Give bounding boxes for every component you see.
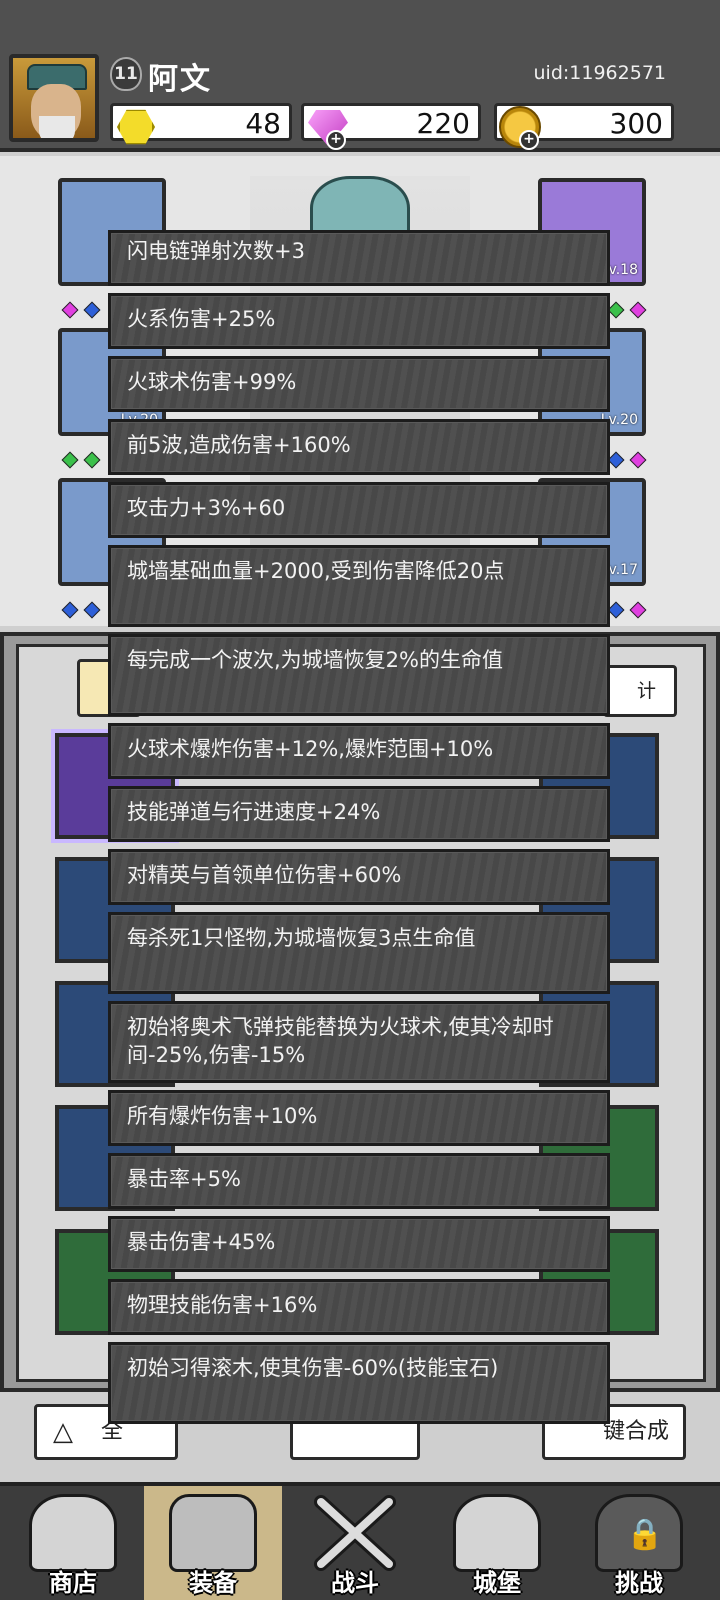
player-level-badge: 11 [110,57,142,91]
stat-entry: 初始习得滚木,使其伤害-60%(技能宝石) [108,1342,610,1424]
socket-blue-icon [83,301,101,319]
stat-entry: 火系伤害+25% [108,293,610,349]
player-name: 阿文 [148,62,212,97]
player-avatar[interactable] [9,54,99,142]
socket-pink-icon [629,451,647,469]
nav-challenge[interactable]: 🔒 挑战 [570,1486,708,1600]
stat-entry: 技能弹道与行进速度+24% [108,786,610,842]
nav-battle[interactable]: 战斗 [286,1486,424,1600]
backpack-icon [169,1494,257,1572]
stat-entry: 初始将奥术飞弹技能替换为火球术,使其冷却时间-25%,伤害-15% [108,1001,610,1083]
nav-castle-label: 城堡 [473,1569,521,1597]
bottom-navigation: 商店 装备 战斗 城堡 🔒 挑战 [0,1482,720,1600]
stat-entry: 攻击力+3%+60 [108,482,610,538]
socket-blue-icon [607,451,625,469]
nav-shop-label: 商店 [49,1569,97,1597]
socket-blue-icon [607,601,625,619]
stat-entry: 火球术伤害+99% [108,356,610,412]
stat-entry: 暴击率+5% [108,1153,610,1209]
socket-green-icon [61,451,79,469]
socket-pink-icon [61,301,79,319]
gold-value: 48 [245,107,281,140]
player-uid: uid:11962571 [533,62,667,84]
gold-hexagon-icon [117,109,155,145]
stat-entry: 闪电链弹射次数+3 [108,230,610,286]
nav-battle-label: 战斗 [331,1569,379,1597]
gold-counter: 48 [110,103,292,145]
socket-green-icon [83,451,101,469]
lock-icon: 🔒 [626,1517,664,1552]
nav-castle[interactable]: 城堡 [428,1486,566,1600]
shop-icon [29,1494,117,1572]
top-header: 11 阿文 uid:11962571 48 + 220 + 300 [0,0,720,152]
add-gems-icon[interactable]: + [326,130,346,150]
coin-value: 300 [609,107,663,140]
merge-all-label: 键合成 [602,1419,669,1444]
stat-entry: 每完成一个波次,为城墙恢复2%的生命值 [108,634,610,716]
socket-green-icon [607,301,625,319]
stat-entry: 火球术爆炸伤害+12%,爆炸范围+10% [108,723,610,779]
crossed-swords-icon [311,1494,399,1572]
socket-blue-icon [61,601,79,619]
nav-equipment[interactable]: 装备 [144,1486,282,1600]
stats-overlay[interactable]: 闪电链弹射次数+3 火系伤害+25% 火球术伤害+99% 前5波,造成伤害+16… [108,230,610,1456]
stat-entry: 暴击伤害+45% [108,1216,610,1272]
stats-button[interactable]: 计 [603,665,677,717]
add-coins-icon[interactable]: + [519,130,539,150]
nav-equipment-label: 装备 [189,1569,237,1597]
up-arrow-icon: △ [53,1417,73,1447]
locked-challenge-icon: 🔒 [595,1494,683,1572]
stat-entry: 对精英与首领单位伤害+60% [108,849,610,905]
stat-entry: 所有爆炸伤害+10% [108,1090,610,1146]
socket-pink-icon [629,601,647,619]
socket-pink-icon [629,301,647,319]
stat-entry: 物理技能伤害+16% [108,1279,610,1335]
gem-counter[interactable]: + 220 [301,103,481,150]
nav-challenge-label: 挑战 [615,1569,663,1597]
socket-blue-icon [83,601,101,619]
gem-value: 220 [416,107,470,140]
stat-entry: 城墙基础血量+2000,受到伤害降低20点 [108,545,610,627]
castle-icon [453,1494,541,1572]
stat-entry: 每杀死1只怪物,为城墙恢复3点生命值 [108,912,610,994]
coin-counter[interactable]: + 300 [494,103,674,150]
nav-shop[interactable]: 商店 [4,1486,142,1600]
avatar-beard-icon [39,116,75,138]
stat-entry: 前5波,造成伤害+160% [108,419,610,475]
